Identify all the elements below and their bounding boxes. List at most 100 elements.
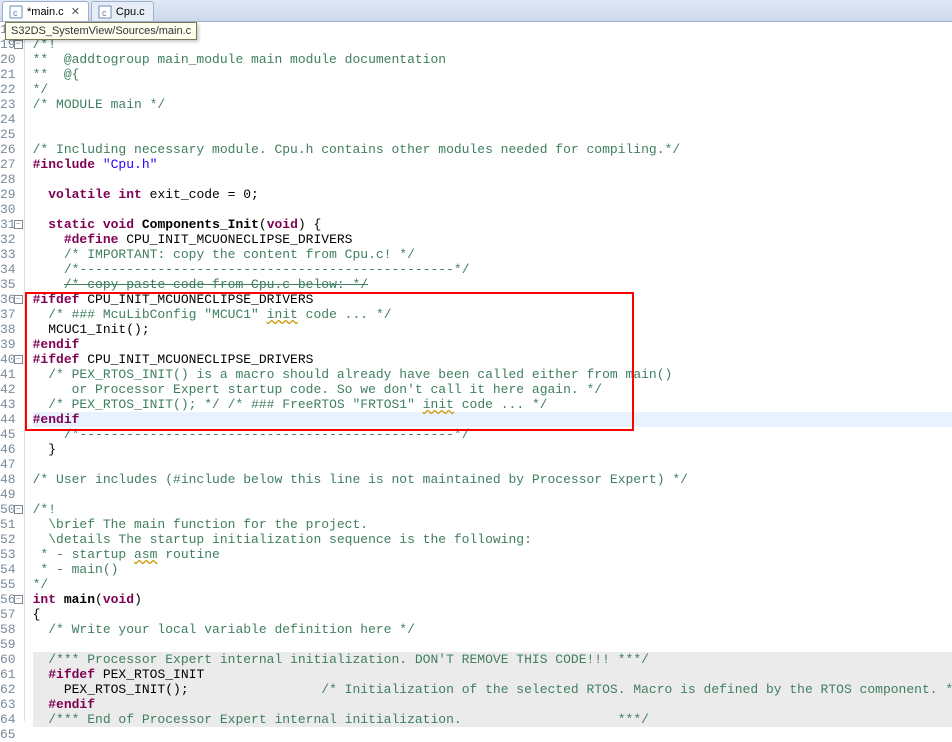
- line-number: 54: [0, 562, 16, 577]
- code-line[interactable]: MCUC1_Init();: [33, 322, 952, 337]
- line-number: 58: [0, 622, 16, 637]
- code-line[interactable]: [33, 127, 952, 142]
- code-line[interactable]: * - startup asm routine: [33, 547, 952, 562]
- code-line[interactable]: /* ### McuLibConfig "MCUC1" init code ..…: [33, 307, 952, 322]
- c-file-icon: c: [98, 5, 112, 19]
- line-number: 24: [0, 112, 16, 127]
- svg-text:c: c: [13, 8, 18, 18]
- line-number: 64: [0, 712, 16, 727]
- code-line[interactable]: /* copy-paste code from Cpu.c below: */: [33, 277, 952, 292]
- code-line[interactable]: \brief The main function for the project…: [33, 517, 952, 532]
- code-line[interactable]: /* PEX_RTOS_INIT(); */ /* ### FreeRTOS "…: [33, 397, 952, 412]
- line-number: 47: [0, 457, 16, 472]
- line-number: 57: [0, 607, 16, 622]
- line-number: 49: [0, 487, 16, 502]
- c-file-icon: c: [9, 5, 23, 19]
- line-number: 51: [0, 517, 16, 532]
- code-line[interactable]: #ifdef CPU_INIT_MCUONECLIPSE_DRIVERS: [33, 292, 952, 307]
- code-editor[interactable]: 18−19−202122232425262728293031−323334353…: [0, 22, 952, 721]
- fold-toggle[interactable]: −: [14, 40, 23, 49]
- line-number: 44: [0, 412, 16, 427]
- line-number: 32: [0, 232, 16, 247]
- code-line[interactable]: ** @addtogroup main_module main module d…: [33, 52, 952, 67]
- code-line[interactable]: #endif: [33, 337, 952, 352]
- line-number: 35: [0, 277, 16, 292]
- code-line[interactable]: #endif: [33, 697, 952, 712]
- code-line[interactable]: #ifdef PEX_RTOS_INIT: [33, 667, 952, 682]
- line-number: 26: [0, 142, 16, 157]
- line-number: 25: [0, 127, 16, 142]
- code-line[interactable]: volatile int exit_code = 0;: [33, 187, 952, 202]
- line-number: 27: [0, 157, 16, 172]
- line-number: 36−: [0, 292, 16, 307]
- line-number: 52: [0, 532, 16, 547]
- line-number: 23: [0, 97, 16, 112]
- tab-label: Cpu.c: [116, 6, 145, 18]
- code-line[interactable]: /* PEX_RTOS_INIT() is a macro should alr…: [33, 367, 952, 382]
- tab-cpu-c[interactable]: c Cpu.c: [91, 1, 154, 21]
- code-line[interactable]: */: [33, 82, 952, 97]
- line-number: 56−: [0, 592, 16, 607]
- line-number: 50−: [0, 502, 16, 517]
- code-line[interactable]: [33, 457, 952, 472]
- line-number: 60: [0, 652, 16, 667]
- code-line[interactable]: /* Write your local variable definition …: [33, 622, 952, 637]
- code-area[interactable]: */ /*! ** @addtogroup main_module main mod…: [25, 22, 952, 721]
- code-line[interactable]: /*--------------------------------------…: [33, 427, 952, 442]
- code-line[interactable]: [33, 637, 952, 652]
- code-line[interactable]: /* User includes (#include below this li…: [33, 472, 952, 487]
- code-line[interactable]: [33, 172, 952, 187]
- code-line[interactable]: * - main(): [33, 562, 952, 577]
- code-line[interactable]: int main(void): [33, 592, 952, 607]
- code-line[interactable]: {: [33, 607, 952, 622]
- fold-toggle[interactable]: −: [14, 355, 23, 364]
- code-line[interactable]: /* MODULE main */: [33, 97, 952, 112]
- line-number: 34: [0, 262, 16, 277]
- line-number: 41: [0, 367, 16, 382]
- fold-toggle[interactable]: −: [14, 505, 23, 514]
- line-number: 59: [0, 637, 16, 652]
- line-number: 22: [0, 82, 16, 97]
- tab-main-c[interactable]: c *main.c ✕: [2, 1, 89, 21]
- code-line[interactable]: #define CPU_INIT_MCUONECLIPSE_DRIVERS: [33, 232, 952, 247]
- code-line[interactable]: or Processor Expert startup code. So we …: [33, 382, 952, 397]
- code-line[interactable]: PEX_RTOS_INIT(); /* Initialization of th…: [33, 682, 952, 697]
- code-line[interactable]: #endif: [33, 412, 952, 427]
- code-line[interactable]: \details The startup initialization sequ…: [33, 532, 952, 547]
- line-number: 46: [0, 442, 16, 457]
- code-line[interactable]: [33, 487, 952, 502]
- code-line[interactable]: }: [33, 442, 952, 457]
- line-number: 45: [0, 427, 16, 442]
- close-icon[interactable]: ✕: [71, 5, 80, 18]
- tab-label: *main.c: [27, 6, 64, 18]
- line-number: 53: [0, 547, 16, 562]
- fold-toggle[interactable]: −: [14, 595, 23, 604]
- line-number: 42: [0, 382, 16, 397]
- line-number: 43: [0, 397, 16, 412]
- code-line[interactable]: /* IMPORTANT: copy the content from Cpu.…: [33, 247, 952, 262]
- fold-toggle[interactable]: −: [14, 295, 23, 304]
- line-number: 33: [0, 247, 16, 262]
- code-line[interactable]: [33, 727, 952, 742]
- code-line[interactable]: /* Including necessary module. Cpu.h con…: [33, 142, 952, 157]
- line-number: 29: [0, 187, 16, 202]
- line-number: 48: [0, 472, 16, 487]
- code-line[interactable]: [33, 112, 952, 127]
- code-line[interactable]: ** @{: [33, 67, 952, 82]
- line-number: 55: [0, 577, 16, 592]
- fold-toggle[interactable]: −: [14, 220, 23, 229]
- code-line[interactable]: #include "Cpu.h": [33, 157, 952, 172]
- code-line[interactable]: static void Components_Init(void) {: [33, 217, 952, 232]
- editor-tab-bar: c *main.c ✕ c Cpu.c: [0, 0, 952, 22]
- line-number: 31−: [0, 217, 16, 232]
- code-line[interactable]: [33, 202, 952, 217]
- line-number: 37: [0, 307, 16, 322]
- code-line[interactable]: */: [33, 577, 952, 592]
- code-line[interactable]: /*!: [33, 502, 952, 517]
- code-line[interactable]: /*** Processor Expert internal initializ…: [33, 652, 952, 667]
- line-number-gutter: 18−19−202122232425262728293031−323334353…: [0, 22, 25, 721]
- code-line[interactable]: /*** End of Processor Expert internal in…: [33, 712, 952, 727]
- code-line[interactable]: #ifdef CPU_INIT_MCUONECLIPSE_DRIVERS: [33, 352, 952, 367]
- line-number: 21: [0, 67, 16, 82]
- code-line[interactable]: /*--------------------------------------…: [33, 262, 952, 277]
